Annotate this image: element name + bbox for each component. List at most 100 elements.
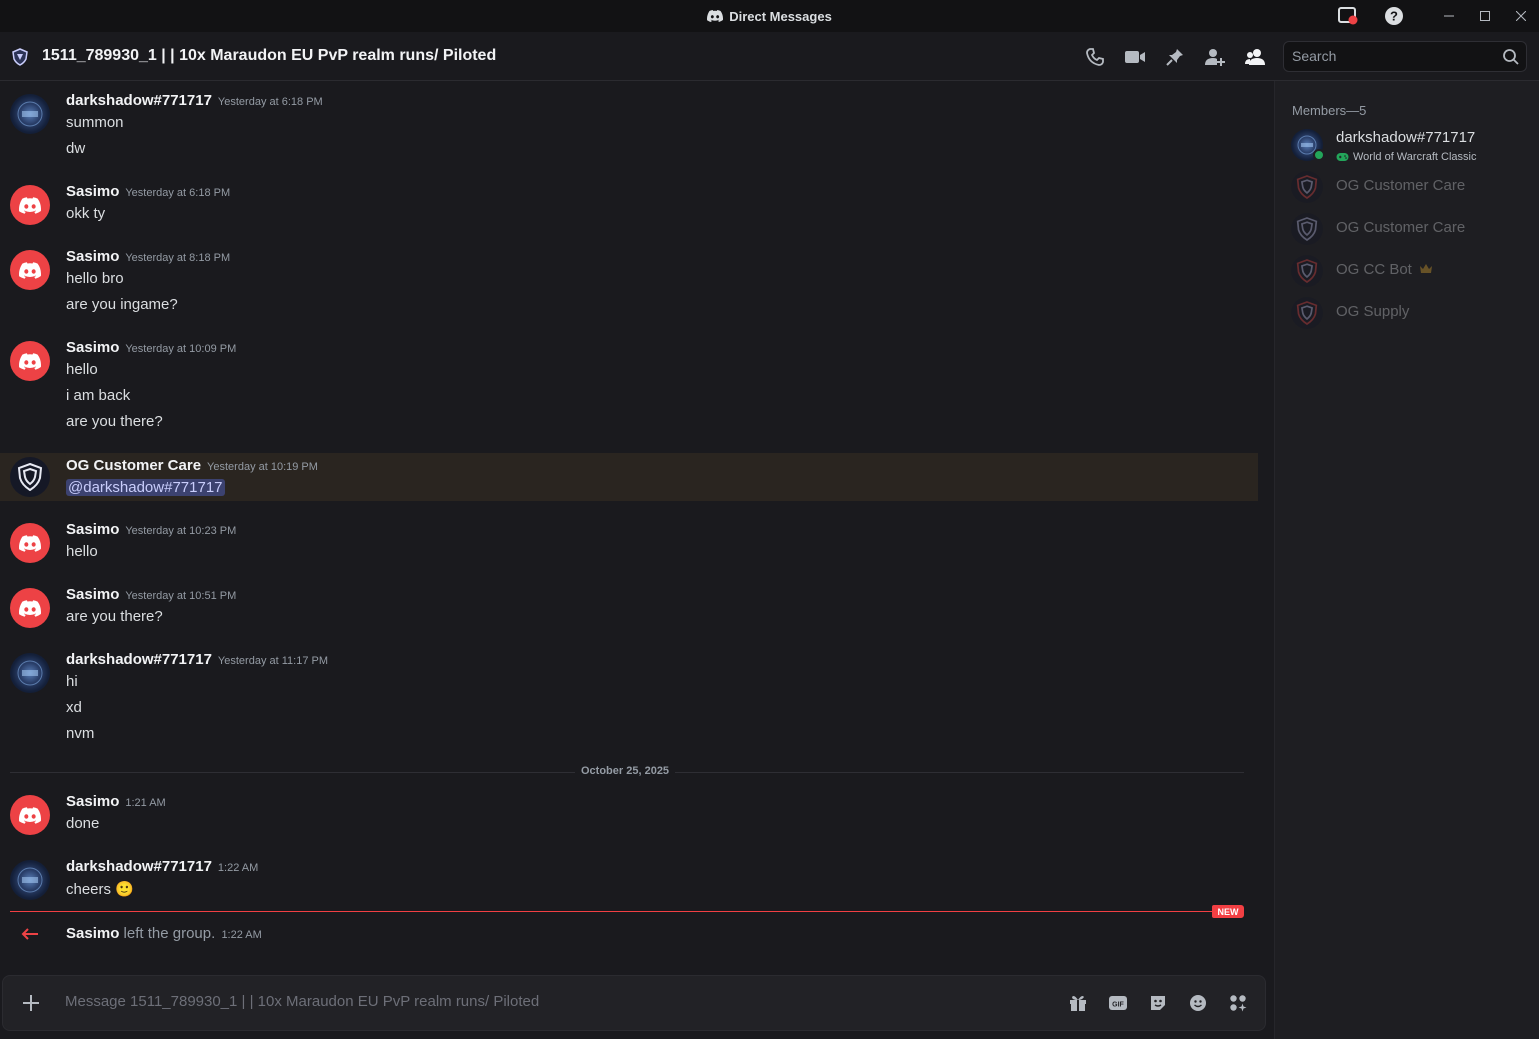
- discord-logo-icon: [19, 352, 41, 370]
- message-timestamp: Yesterday at 6:18 PM: [217, 96, 323, 108]
- close-button[interactable]: [1503, 0, 1539, 32]
- message-group-mention: OG Customer Care Yesterday at 10:19 PM @d…: [0, 453, 1258, 501]
- message-text: @darkshadow#771717: [66, 479, 225, 496]
- message-author[interactable]: darkshadow#771717 Yesterday at 6:18 PM: [66, 92, 323, 109]
- message-composer: GIF: [2, 975, 1266, 1031]
- member-list: Members—5 darkshadow#771717 World of War…: [1274, 81, 1539, 1039]
- message-timestamp: 1:22 AM: [221, 929, 262, 941]
- gift-icon[interactable]: [1067, 992, 1089, 1014]
- svg-text:?: ?: [1390, 9, 1398, 24]
- inbox-icon[interactable]: [1337, 5, 1359, 27]
- avatar[interactable]: [10, 185, 50, 225]
- date-divider: October 25, 2025: [575, 765, 676, 777]
- leave-arrow-icon: [20, 927, 40, 946]
- apps-icon[interactable]: [1227, 992, 1249, 1014]
- message-timestamp: Yesterday at 6:18 PM: [125, 187, 231, 199]
- avatar[interactable]: [10, 250, 50, 290]
- og-shield-icon: [1291, 297, 1323, 329]
- message-text: hello: [66, 361, 98, 378]
- message-group: darkshadow#771717 Yesterday at 6:18 PM su…: [0, 90, 1258, 170]
- message-text: hello: [66, 543, 98, 560]
- gif-icon[interactable]: GIF: [1107, 992, 1129, 1014]
- message-author[interactable]: OG Customer Care Yesterday at 10:19 PM: [66, 457, 318, 474]
- message-group: darkshadow#771717 Yesterday at 11:17 PM h…: [0, 649, 1258, 745]
- minimize-button[interactable]: [1431, 0, 1467, 32]
- avatar[interactable]: [10, 653, 50, 693]
- member-name: OG Supply: [1336, 303, 1410, 320]
- message-timestamp: Yesterday at 10:19 PM: [207, 461, 318, 473]
- voice-call-icon[interactable]: [1084, 46, 1106, 68]
- help-icon[interactable]: ?: [1383, 5, 1405, 27]
- message-group: Sasimo Yesterday at 10:51 PM are you ther…: [0, 584, 1258, 628]
- system-message-author[interactable]: Sasimo: [66, 925, 119, 942]
- message-text: cheers 🙂: [66, 881, 134, 898]
- sticker-icon[interactable]: [1147, 992, 1169, 1014]
- message-timestamp: 1:21 AM: [125, 797, 166, 809]
- member-list-icon[interactable]: [1244, 46, 1266, 68]
- message-group: Sasimo Yesterday at 8:18 PM hello bro are…: [0, 246, 1258, 316]
- message-timestamp: 1:22 AM: [217, 862, 259, 874]
- avatar[interactable]: [10, 860, 50, 900]
- member-name: darkshadow#771717: [1336, 129, 1476, 146]
- member-name: OG Customer Care: [1336, 177, 1466, 194]
- message-author[interactable]: darkshadow#771717 1:22 AM: [66, 858, 258, 875]
- game-controller-icon: [1336, 153, 1349, 161]
- system-message-text: left the group.: [123, 925, 216, 942]
- message-author[interactable]: Sasimo Yesterday at 10:51 PM: [66, 586, 236, 603]
- avatar[interactable]: [10, 341, 50, 381]
- window-title-text: Direct Messages: [729, 8, 832, 24]
- online-status-icon: [1313, 149, 1325, 161]
- member-item[interactable]: OG Customer Care: [1291, 211, 1531, 247]
- message-author[interactable]: darkshadow#771717 Yesterday at 11:17 PM: [66, 651, 328, 668]
- discord-logo-icon: [19, 534, 41, 552]
- avatar[interactable]: [10, 523, 50, 563]
- video-call-icon[interactable]: [1124, 46, 1146, 68]
- message-text: hi: [66, 673, 78, 690]
- avatar[interactable]: [10, 457, 50, 497]
- discord-logo-icon: [19, 599, 41, 617]
- search-icon[interactable]: [1502, 48, 1520, 66]
- title-bar: Direct Messages ?: [0, 0, 1539, 32]
- member-list-header: Members—5: [1292, 103, 1367, 118]
- message-input[interactable]: [65, 993, 1045, 1010]
- search-input[interactable]: [1292, 48, 1492, 64]
- maximize-button[interactable]: [1467, 0, 1503, 32]
- message-author[interactable]: Sasimo Yesterday at 8:18 PM: [66, 248, 230, 265]
- message-author[interactable]: Sasimo Yesterday at 10:23 PM: [66, 521, 236, 538]
- message-author[interactable]: Sasimo Yesterday at 6:18 PM: [66, 183, 230, 200]
- message-text: are you there?: [66, 608, 163, 625]
- message-group: Sasimo Yesterday at 10:09 PM hello i am b…: [0, 337, 1258, 433]
- message-timestamp: Yesterday at 10:51 PM: [125, 590, 237, 602]
- window-title: Direct Messages: [707, 9, 832, 24]
- message-text: are you ingame?: [66, 296, 178, 313]
- channel-title: 1511_789930_1 | | 10x Maraudon EU PvP re…: [42, 47, 497, 64]
- member-item[interactable]: OG CC Bot: [1291, 253, 1531, 289]
- crown-icon: [1420, 264, 1433, 273]
- discord-logo-icon: [19, 261, 41, 279]
- member-name: OG CC Bot: [1336, 261, 1433, 278]
- plus-icon[interactable]: [20, 992, 42, 1014]
- member-item[interactable]: OG Supply: [1291, 295, 1531, 331]
- member-item[interactable]: darkshadow#771717 World of Warcraft Clas…: [1291, 127, 1531, 163]
- emoji-icon[interactable]: [1187, 992, 1209, 1014]
- message-author[interactable]: Sasimo Yesterday at 10:09 PM: [66, 339, 236, 356]
- add-friends-icon[interactable]: [1204, 46, 1226, 68]
- message-text: are you there?: [66, 413, 163, 430]
- message-group: Sasimo 1:21 AM done: [0, 791, 1258, 835]
- member-item[interactable]: OG Customer Care: [1291, 169, 1531, 205]
- search-box[interactable]: [1283, 41, 1527, 72]
- discord-logo-icon: [19, 196, 41, 214]
- member-activity: World of Warcraft Classic: [1336, 151, 1476, 163]
- avatar[interactable]: [10, 588, 50, 628]
- new-messages-line: [10, 911, 1215, 912]
- avatar[interactable]: [10, 94, 50, 134]
- message-group: Sasimo Yesterday at 6:18 PM okk ty: [0, 181, 1258, 225]
- avatar[interactable]: [10, 795, 50, 835]
- message-timestamp: Yesterday at 10:23 PM: [125, 525, 237, 537]
- pin-icon[interactable]: [1164, 46, 1186, 68]
- message-timestamp: Yesterday at 11:17 PM: [217, 655, 328, 667]
- message-author[interactable]: Sasimo 1:21 AM: [66, 793, 166, 810]
- user-mention[interactable]: @darkshadow#771717: [66, 479, 225, 496]
- message-text: xd: [66, 699, 82, 716]
- message-timestamp: Yesterday at 10:09 PM: [125, 343, 237, 355]
